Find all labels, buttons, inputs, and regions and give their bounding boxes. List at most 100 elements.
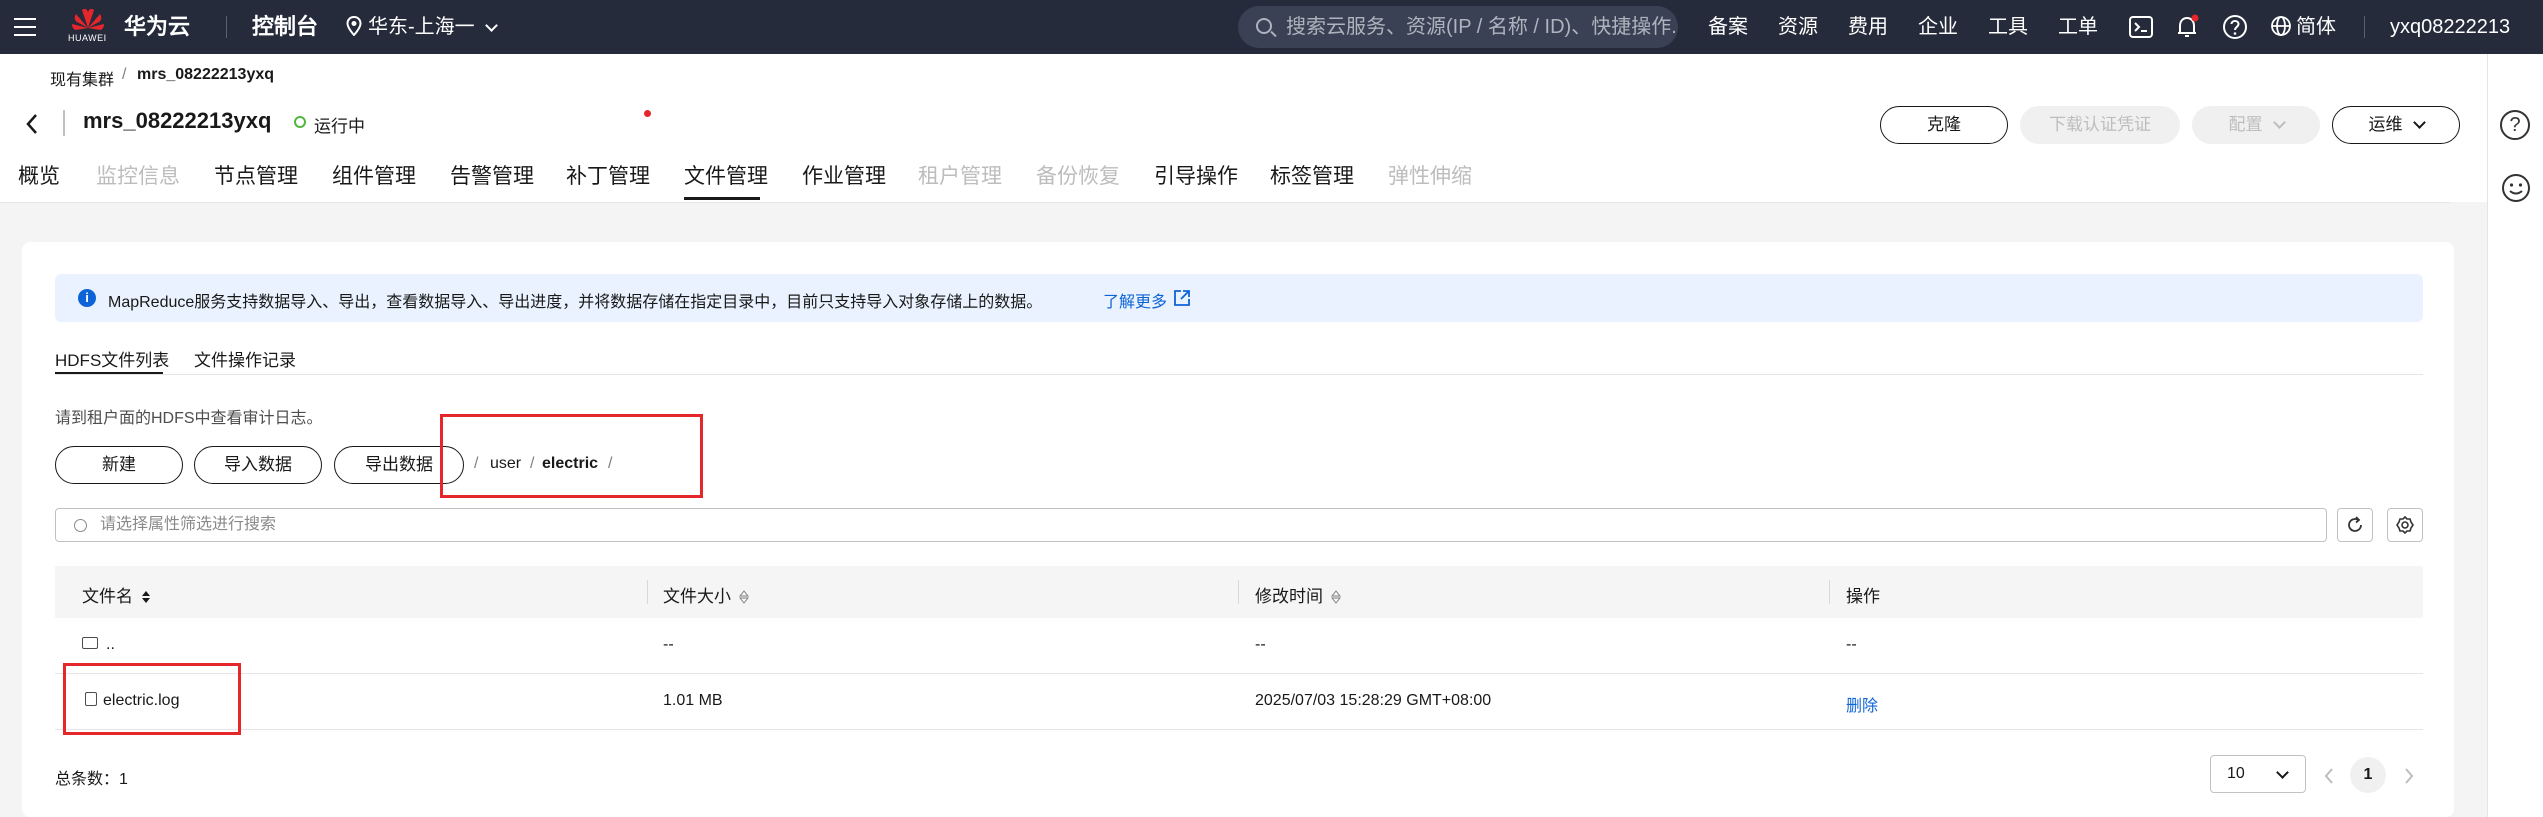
info-text: MapReduce服务支持数据导入、导出，查看数据导入、导出进度，并将数据存储在… bbox=[108, 294, 1043, 311]
feedback-smiley-icon[interactable] bbox=[2500, 172, 2532, 204]
column-header-actions: 操作 bbox=[1846, 587, 1880, 606]
column-divider bbox=[647, 580, 648, 604]
column-divider bbox=[1829, 580, 1830, 604]
column-header-filesize[interactable]: 文件大小 bbox=[663, 582, 749, 607]
back-arrow-icon[interactable] bbox=[24, 112, 40, 136]
refresh-icon bbox=[2348, 516, 2362, 532]
column-divider bbox=[1238, 580, 1239, 604]
ops-label: 运维 bbox=[2368, 115, 2403, 134]
audit-log-hint: 请到租户面的HDFS中查看审计日志。 bbox=[55, 410, 323, 427]
tab-autoscaling[interactable]: 弹性伸缩 bbox=[1388, 160, 1472, 190]
breadcrumb-separator: / bbox=[122, 66, 127, 83]
cluster-status: 运行中 bbox=[314, 117, 365, 136]
nav-tickets[interactable]: 工单 bbox=[2058, 0, 2098, 54]
cluster-name: mrs_08222213yxq bbox=[83, 108, 272, 133]
breadcrumb-parent[interactable]: 现有集群 bbox=[50, 66, 114, 90]
tab-file-operation-log[interactable]: 文件操作记录 bbox=[194, 346, 296, 371]
download-cert-button[interactable]: 下载认证凭证 bbox=[2020, 106, 2180, 144]
bell-icon[interactable] bbox=[2174, 14, 2200, 40]
ops-dropdown[interactable]: 运维 bbox=[2332, 106, 2460, 144]
file-size: -- bbox=[663, 636, 674, 653]
tab-bootstrap[interactable]: 引导操作 bbox=[1154, 160, 1238, 190]
delete-link[interactable]: 删除 bbox=[1846, 692, 1878, 716]
chevron-down-icon bbox=[2412, 116, 2426, 129]
nav-resources[interactable]: 资源 bbox=[1778, 0, 1818, 54]
top-navigation-bar: HUAWEI 华为云 控制台 华东-上海一 搜索云服务、资源(IP / 名称 /… bbox=[0, 0, 2543, 54]
column-header-modified[interactable]: 修改时间 bbox=[1255, 582, 1341, 607]
page-header: 现有集群 / mrs_08222213yxq mrs_08222213yxq 运… bbox=[0, 54, 2487, 203]
breadcrumb-current: mrs_08222213yxq bbox=[137, 66, 275, 83]
learn-more-link[interactable]: 了解更多 bbox=[1103, 288, 1167, 312]
table-row: electric.log 1.01 MB 2025/07/03 15:28:29… bbox=[55, 674, 2423, 730]
column-header-filename[interactable]: 文件名 bbox=[82, 582, 151, 607]
hamburger-menu-icon[interactable] bbox=[10, 0, 42, 54]
language-label: 简体 bbox=[2296, 16, 2336, 38]
sort-icon[interactable] bbox=[1331, 590, 1341, 604]
settings-button[interactable] bbox=[2387, 508, 2423, 542]
tab-nodes[interactable]: 节点管理 bbox=[214, 160, 298, 190]
tab-tenants[interactable]: 租户管理 bbox=[918, 160, 1002, 190]
chevron-down-icon bbox=[484, 19, 498, 32]
terminal-icon[interactable] bbox=[2128, 14, 2154, 40]
total-count: 总条数：1 bbox=[55, 771, 128, 788]
nav-tools[interactable]: 工具 bbox=[1988, 0, 2028, 54]
attribute-filter-search[interactable]: 请选择属性筛选进行搜索 bbox=[55, 508, 2327, 542]
search-icon bbox=[1256, 18, 1272, 34]
tab-patches[interactable]: 补丁管理 bbox=[566, 160, 650, 190]
tab-overview[interactable]: 概览 bbox=[18, 160, 60, 190]
info-banner: i MapReduce服务支持数据导入、导出，查看数据导入、导出进度，并将数据存… bbox=[55, 274, 2423, 322]
info-icon: i bbox=[78, 289, 96, 307]
new-button[interactable]: 新建 bbox=[55, 446, 183, 484]
search-placeholder: 搜索云服务、资源(IP / 名称 / ID)、快捷操作... bbox=[1286, 16, 1678, 38]
import-data-button[interactable]: 导入数据 bbox=[194, 446, 322, 484]
current-page[interactable]: 1 bbox=[2350, 757, 2386, 793]
global-search-input[interactable]: 搜索云服务、资源(IP / 名称 / ID)、快捷操作... bbox=[1238, 6, 1678, 48]
tab-components[interactable]: 组件管理 bbox=[332, 160, 416, 190]
search-icon bbox=[74, 519, 87, 532]
tab-jobs[interactable]: 作业管理 bbox=[802, 160, 886, 190]
region-selector[interactable]: 华东-上海一 bbox=[346, 0, 498, 54]
parent-directory-link[interactable]: .. bbox=[82, 636, 115, 654]
table-row: .. -- -- -- bbox=[55, 618, 2423, 674]
nav-beian[interactable]: 备案 bbox=[1708, 0, 1748, 54]
filter-placeholder: 请选择属性筛选进行搜索 bbox=[100, 516, 277, 533]
username-menu[interactable]: yxq08222213 bbox=[2390, 0, 2510, 54]
previous-page-icon[interactable] bbox=[2322, 766, 2336, 786]
right-helper-sidebar: ? bbox=[2487, 54, 2543, 817]
divider bbox=[2364, 16, 2365, 38]
tab-files[interactable]: 文件管理 bbox=[684, 160, 768, 190]
modified-time: -- bbox=[1255, 636, 1266, 653]
tab-monitoring[interactable]: 监控信息 bbox=[96, 160, 180, 190]
language-selector[interactable]: 简体 bbox=[2270, 0, 2336, 54]
divider bbox=[63, 110, 65, 136]
subtab-divider bbox=[55, 374, 2423, 375]
folder-icon bbox=[82, 637, 98, 649]
sort-icon[interactable] bbox=[739, 590, 749, 604]
page-size-value: 10 bbox=[2227, 765, 2245, 782]
external-link-icon[interactable] bbox=[1173, 289, 1191, 307]
help-icon[interactable] bbox=[2222, 14, 2248, 40]
tab-backup[interactable]: 备份恢复 bbox=[1036, 160, 1120, 190]
sort-icon[interactable] bbox=[141, 590, 151, 604]
tab-alarms[interactable]: 告警管理 bbox=[450, 160, 534, 190]
page-size-select[interactable]: 10 bbox=[2210, 755, 2306, 793]
active-tab-indicator bbox=[684, 197, 760, 200]
clone-button[interactable]: 克隆 bbox=[1880, 106, 2008, 144]
help-icon[interactable]: ? bbox=[2500, 110, 2530, 140]
status-running-icon bbox=[294, 116, 306, 128]
region-label: 华东-上海一 bbox=[368, 16, 475, 38]
next-page-icon[interactable] bbox=[2402, 766, 2416, 786]
console-link[interactable]: 控制台 bbox=[252, 0, 318, 54]
config-dropdown[interactable]: 配置 bbox=[2192, 106, 2320, 144]
tab-hdfs-file-list[interactable]: HDFS文件列表 bbox=[55, 346, 169, 371]
path-highlight-box bbox=[440, 414, 703, 498]
refresh-button[interactable] bbox=[2337, 508, 2373, 542]
logo-text: HUAWEI bbox=[68, 33, 107, 43]
brand-name[interactable]: 华为云 bbox=[124, 0, 190, 54]
huawei-logo[interactable] bbox=[68, 4, 108, 50]
file-highlight-box bbox=[63, 663, 241, 735]
nav-billing[interactable]: 费用 bbox=[1848, 0, 1888, 54]
modified-time: 2025/07/03 15:28:29 GMT+08:00 bbox=[1255, 692, 1492, 709]
tab-tags[interactable]: 标签管理 bbox=[1270, 160, 1354, 190]
nav-enterprise[interactable]: 企业 bbox=[1918, 0, 1958, 54]
